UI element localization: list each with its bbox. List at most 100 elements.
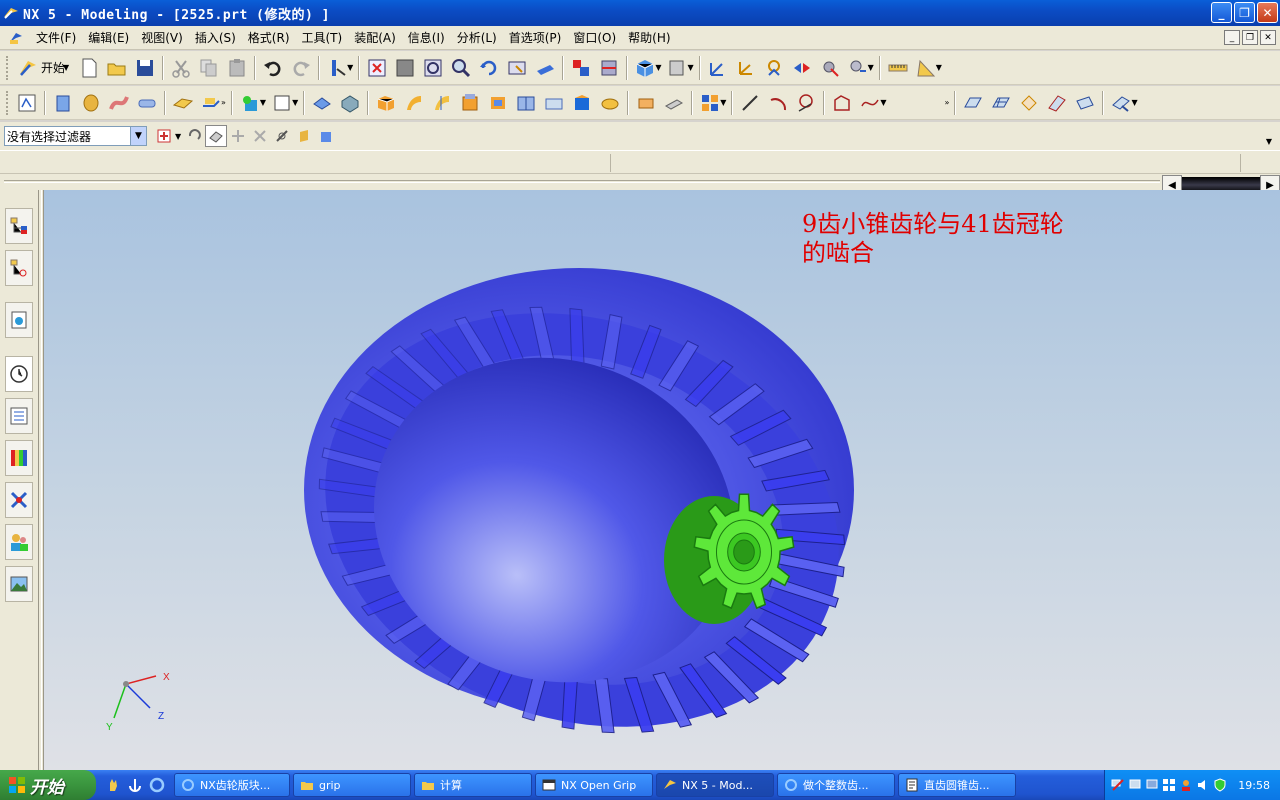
circle-button[interactable] (792, 89, 820, 117)
block-button[interactable] (372, 89, 400, 117)
undo-button[interactable] (259, 54, 287, 82)
quick-launch-item[interactable] (104, 776, 122, 794)
shield-icon[interactable] (1213, 778, 1227, 792)
network-icon[interactable] (1111, 778, 1125, 792)
zoom-region-button[interactable] (391, 54, 419, 82)
chevron-down-icon[interactable]: ▼ (347, 63, 353, 72)
start-menu-button[interactable]: 开始 (0, 770, 96, 800)
start-button[interactable]: 开始 ▼ (13, 54, 75, 82)
display-button[interactable] (567, 54, 595, 82)
sweep-button[interactable] (105, 89, 133, 117)
intersect-button[interactable] (596, 89, 624, 117)
trim-body-button[interactable] (428, 89, 456, 117)
snap-end-button[interactable] (271, 125, 293, 147)
chevron-down-icon[interactable]: ▼ (175, 132, 181, 141)
menu-information[interactable]: 信息(I) (402, 29, 451, 46)
rotate-button[interactable] (475, 54, 503, 82)
chevron-down-icon[interactable]: » (221, 98, 226, 107)
quick-launch-item[interactable] (126, 776, 144, 794)
menu-analysis[interactable]: 分析(L) (451, 29, 503, 46)
chevron-down-icon[interactable]: ▼ (936, 63, 942, 72)
edge-blend-button[interactable] (336, 89, 364, 117)
doc-restore-button[interactable]: ❐ (1242, 30, 1258, 45)
chevron-down-icon[interactable]: ▼ (687, 63, 693, 72)
save-button[interactable] (131, 54, 159, 82)
datum-plane-button[interactable] (169, 89, 197, 117)
chevron-down-icon[interactable]: ▼ (880, 98, 886, 107)
roles-tab[interactable] (5, 524, 33, 560)
eraser-button[interactable] (205, 125, 228, 147)
cut-button[interactable] (167, 54, 195, 82)
sketch-button[interactable] (13, 89, 41, 117)
snap-face-button[interactable] (293, 125, 315, 147)
assembly-navigator-tab[interactable] (5, 208, 33, 244)
through-curves-button[interactable] (959, 89, 987, 117)
thicken-button[interactable] (484, 89, 512, 117)
open-button[interactable] (103, 54, 131, 82)
menu-format[interactable]: 格式(R) (242, 29, 296, 46)
toolbar-grip[interactable] (6, 90, 9, 115)
chevron-down-icon[interactable]: ▼ (292, 98, 298, 107)
quick-launch-item[interactable] (148, 776, 166, 794)
menu-preferences[interactable]: 首选项(P) (503, 29, 568, 46)
pinion-hub[interactable] (733, 539, 755, 565)
perspective-button[interactable] (531, 54, 559, 82)
offset-face-button[interactable] (400, 89, 428, 117)
graphics-window[interactable]: 9齿小锥齿轮与41齿冠轮 的啮合 X Z Y (44, 190, 1280, 770)
bounded-plane-button[interactable] (1071, 89, 1099, 117)
monitor-icon[interactable] (1145, 778, 1159, 792)
pull-face-button[interactable] (660, 89, 688, 117)
reset-filter-button[interactable] (183, 125, 205, 147)
system-scenes-tab[interactable] (5, 566, 33, 602)
extrude-button[interactable] (49, 89, 77, 117)
speaker-icon[interactable] (1196, 778, 1210, 792)
chevron-down-icon[interactable]: ▼ (868, 63, 874, 72)
part-navigator-tab[interactable] (5, 250, 33, 286)
taskbar-task[interactable]: 直齿圆锥齿... (898, 773, 1016, 797)
shell-button[interactable] (456, 89, 484, 117)
menu-tools[interactable]: 工具(T) (296, 29, 349, 46)
web-browser-tab[interactable] (5, 302, 33, 338)
display-icon[interactable] (1128, 778, 1142, 792)
zoom-in-out-button[interactable] (447, 54, 475, 82)
palette-tab[interactable] (5, 440, 33, 476)
chevron-down-icon[interactable]: ▼ (1266, 137, 1272, 146)
history-tab[interactable] (5, 356, 33, 392)
selection-scope-button[interactable] (153, 125, 175, 147)
taskbar-task[interactable]: NX Open Grip (535, 773, 653, 797)
doc-minimize-button[interactable]: _ (1224, 30, 1240, 45)
unite-button[interactable] (540, 89, 568, 117)
zoom-button[interactable] (419, 54, 447, 82)
gear-model-view[interactable] (44, 190, 1280, 770)
wcs-orient-button[interactable] (816, 54, 844, 82)
close-button[interactable]: ✕ (1257, 2, 1278, 23)
paste-button[interactable] (223, 54, 251, 82)
type-filter-select[interactable]: 没有选择过滤器 ▼ (4, 126, 147, 146)
chevron-down-icon[interactable]: ▼ (1131, 98, 1137, 107)
menu-view[interactable]: 视图(V) (135, 29, 189, 46)
doc-close-button[interactable]: ✕ (1260, 30, 1276, 45)
taskbar-task[interactable]: grip (293, 773, 411, 797)
menu-file[interactable]: 文件(F) (30, 29, 82, 46)
sweep-surface-button[interactable] (1043, 89, 1071, 117)
restore-button[interactable]: ❐ (1234, 2, 1255, 23)
taskbar-task-active[interactable]: NX 5 - Mod... (656, 773, 774, 797)
snap-intersect-button[interactable] (249, 125, 271, 147)
line-button[interactable] (736, 89, 764, 117)
pan-button[interactable] (503, 54, 531, 82)
crown-tooth[interactable] (569, 308, 585, 364)
chevron-down-icon[interactable]: ▼ (655, 63, 661, 72)
subtract-button[interactable] (568, 89, 596, 117)
fit-button[interactable] (363, 54, 391, 82)
wcs-button[interactable] (704, 54, 732, 82)
wcs-rotate-button[interactable] (760, 54, 788, 82)
menu-help[interactable]: 帮助(H) (622, 29, 676, 46)
process-studio-tab[interactable] (5, 482, 33, 518)
display-options-button[interactable] (595, 54, 623, 82)
user-icon[interactable] (1179, 778, 1193, 792)
minimize-button[interactable]: _ (1211, 2, 1232, 23)
split-body-button[interactable] (512, 89, 540, 117)
taskbar-task[interactable]: 计算 (414, 773, 532, 797)
toolbar-grip[interactable] (6, 55, 9, 80)
redo-button[interactable] (287, 54, 315, 82)
